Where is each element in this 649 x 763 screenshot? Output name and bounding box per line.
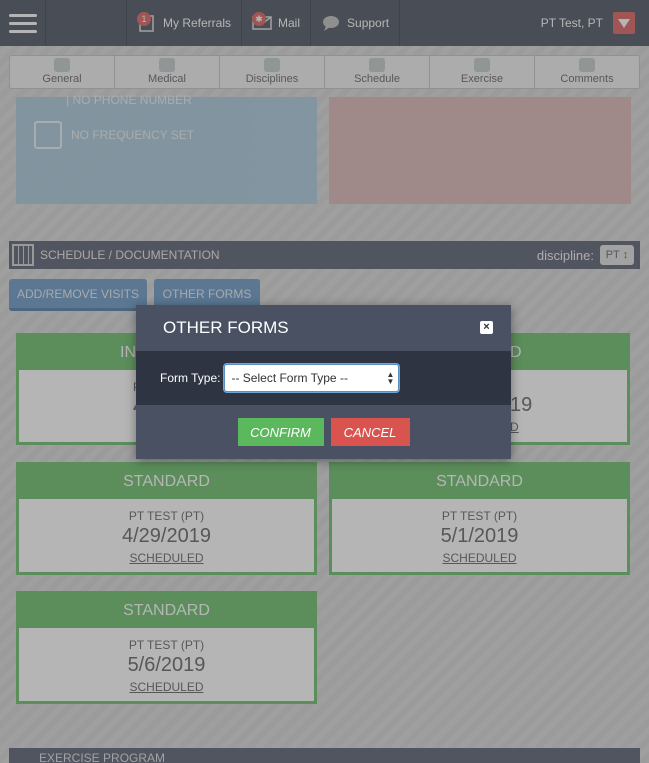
close-icon[interactable]: × <box>480 321 493 334</box>
other-forms-dialog: OTHER FORMS × Form Type: -- Select Form … <box>136 305 511 459</box>
form-type-label: Form Type: <box>160 371 221 385</box>
form-type-select[interactable]: -- Select Form Type -- ▲ ▼ <box>224 364 400 392</box>
dialog-footer: CONFIRM CANCEL <box>136 405 511 459</box>
select-arrows-icon: ▲ ▼ <box>386 370 395 386</box>
cancel-button[interactable]: CANCEL <box>330 418 410 446</box>
dialog-title: OTHER FORMS <box>163 318 289 337</box>
form-type-value: -- Select Form Type -- <box>231 371 348 385</box>
confirm-button[interactable]: CONFIRM <box>237 418 324 446</box>
dialog-body: Form Type: -- Select Form Type -- ▲ ▼ <box>136 351 511 405</box>
